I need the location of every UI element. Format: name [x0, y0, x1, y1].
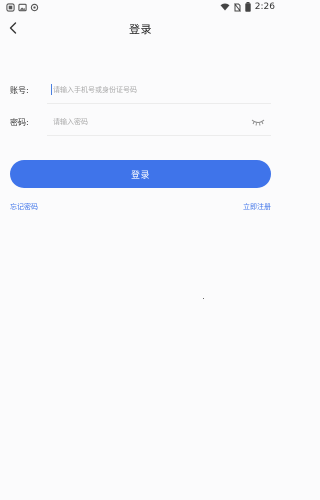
wifi-icon [220, 3, 230, 11]
text-cursor [51, 84, 52, 95]
page-title: 登录 [129, 23, 152, 36]
password-input[interactable] [53, 113, 253, 131]
image-icon [18, 3, 27, 12]
login-button[interactable]: 登录 [10, 160, 271, 188]
status-left-icons [6, 3, 39, 12]
account-label: 账号: [10, 86, 29, 95]
account-divider [47, 103, 271, 104]
login-screen: 2:26 登录 账号: 密码: 登录 忘记密码 立即注册 [0, 0, 281, 500]
sync-icon [30, 3, 39, 12]
register-link[interactable]: 立即注册 [243, 202, 271, 212]
password-row: 密码: [10, 110, 271, 136]
account-row: 账号: [10, 78, 271, 104]
password-label: 密码: [10, 118, 29, 127]
header: 登录 [0, 16, 281, 44]
password-divider [47, 135, 271, 136]
status-bar: 2:26 [0, 0, 281, 16]
status-time: 2:26 [254, 2, 275, 12]
notification-icon [6, 3, 15, 12]
stray-dot [203, 298, 204, 299]
eye-closed-icon[interactable] [251, 117, 265, 127]
battery-icon [245, 2, 251, 12]
forgot-password-link[interactable]: 忘记密码 [10, 202, 38, 212]
no-sim-icon [233, 2, 241, 12]
status-right: 2:26 [220, 2, 275, 12]
account-input[interactable] [53, 81, 253, 99]
